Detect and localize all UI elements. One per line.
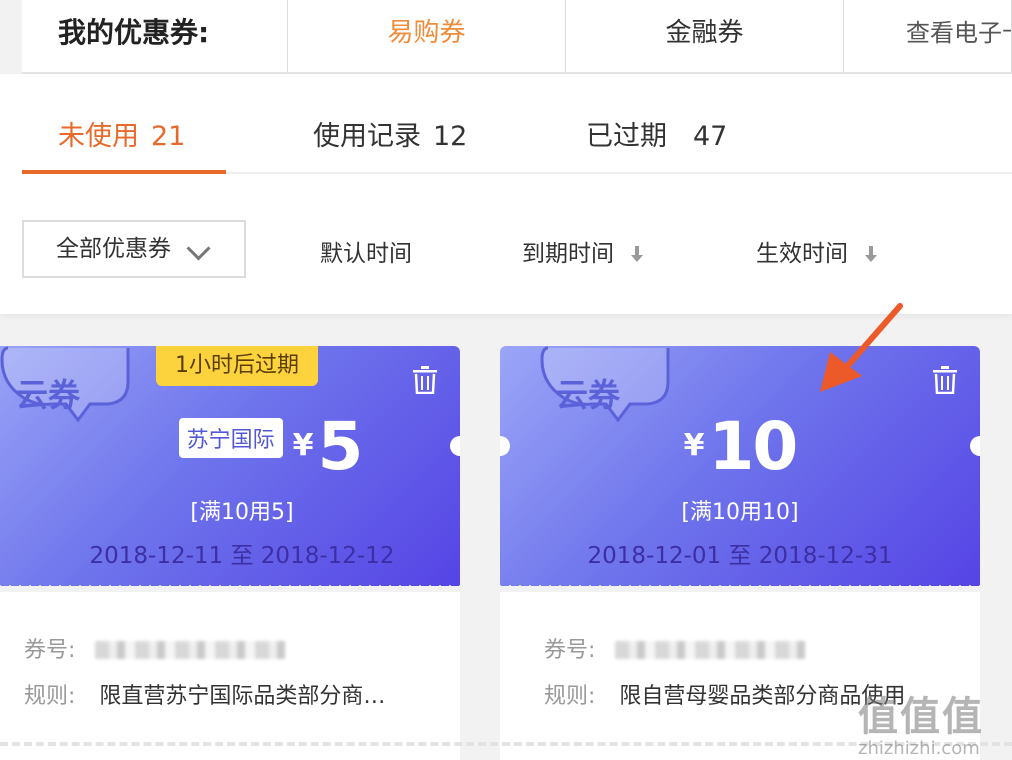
red-pointer-arrow-icon [820,303,903,392]
coupon-condition: [满10用5] [190,500,294,525]
status-tab-label: 已过期 [586,121,667,152]
sort-expire-time[interactable]: 到期时间 [522,234,644,268]
active-tab-underline [22,170,226,174]
status-tab-expired[interactable]: 已过期 47 [586,114,727,153]
watermark-logo: 值值值 [858,694,984,740]
site-watermark: 值值值 zhizhizhi.com [858,684,984,759]
coupon-card[interactable]: 云券 1小时后过期 苏宁国际 ¥5 [满10用5] 2018-12-11 至 20… [0,346,460,760]
code-label: 券号: [544,638,596,663]
coupon-code-row: 券号: [544,632,806,664]
coupon-category-select[interactable]: 全部优惠券 [22,220,246,278]
status-tab-label: 使用记录 [313,121,421,152]
chevron-down-icon [186,236,211,261]
coupon-rule-row: 规则: 限自营母婴品类部分商品使用 [544,678,905,710]
coupon-amount-row: 苏宁国际 ¥5 [30,408,460,485]
watermark-url: zhizhizhi.com [858,738,980,759]
coupon-amount: 5 [317,408,363,485]
coupon-details: 券号: 规则: 限直营苏宁国际品类部分商… [0,592,460,760]
rule-text: 限直营苏宁国际品类部分商… [99,684,386,709]
tab-ecard[interactable]: 查看电子卡 [844,0,1012,72]
coupon-face: 云券 1小时后过期 苏宁国际 ¥5 [满10用5] 2018-12-11 至 20… [0,346,460,586]
status-tab-used[interactable]: 使用记录 12 [313,114,467,153]
coupon-face: 云券 ¥10 [满10用10] 2018-12-01 至 2018-12-31 [500,346,980,586]
status-tab-count: 21 [151,121,186,152]
coupon-code-row: 券号: [24,632,286,664]
sort-label: 到期时间 [522,241,614,267]
sort-down-arrow-icon [864,246,878,264]
status-tab-unused[interactable]: 未使用 21 [58,114,185,153]
sort-default-time[interactable]: 默认时间 [320,234,412,268]
coupon-validity-dates: 2018-12-01 至 2018-12-31 [587,543,893,569]
rule-label: 规则: [544,684,596,709]
zigzag-edge [0,582,460,586]
currency-symbol: ¥ [683,428,705,463]
status-tab-count: 47 [693,121,728,152]
coupon-type-tabbar: 我的优惠券: 易购券 金融券 查看电子卡 [0,0,1012,74]
sort-label: 默认时间 [320,241,412,267]
status-tabs-divider [226,172,1012,174]
sort-down-arrow-icon [630,246,644,264]
coupon-filter-panel: 未使用 21 使用记录 12 已过期 47 全部优惠券 默认时间 到期时间 生效时间 [0,74,1012,314]
trash-icon[interactable] [932,366,958,394]
code-label: 券号: [24,638,76,663]
coupon-amount-row: ¥10 [500,408,980,485]
sort-effective-time[interactable]: 生效时间 [756,234,878,268]
page-title: 我的优惠券: [22,0,288,72]
tab-yigou-coupon[interactable]: 易购券 [288,0,566,74]
blurred-coupon-code [615,641,806,659]
coupon-amount: 10 [708,408,799,485]
sort-label: 生效时间 [756,241,848,267]
trash-icon[interactable] [412,366,438,394]
tab-finance-coupon[interactable]: 金融券 [566,0,844,72]
coupon-rule-row: 规则: 限直营苏宁国际品类部分商… [24,678,385,710]
blurred-coupon-code [95,641,286,659]
status-tab-label: 未使用 [58,121,139,152]
currency-symbol: ¥ [292,428,314,463]
zigzag-edge [500,582,980,586]
expire-soon-tag: 1小时后过期 [156,346,318,386]
coupon-condition: [满10用10] [681,500,799,525]
status-tab-count: 12 [433,121,468,152]
brand-pill: 苏宁国际 [178,418,283,458]
coupon-validity-dates: 2018-12-11 至 2018-12-12 [89,543,395,569]
rule-label: 规则: [24,684,76,709]
select-value: 全部优惠券 [56,236,171,262]
